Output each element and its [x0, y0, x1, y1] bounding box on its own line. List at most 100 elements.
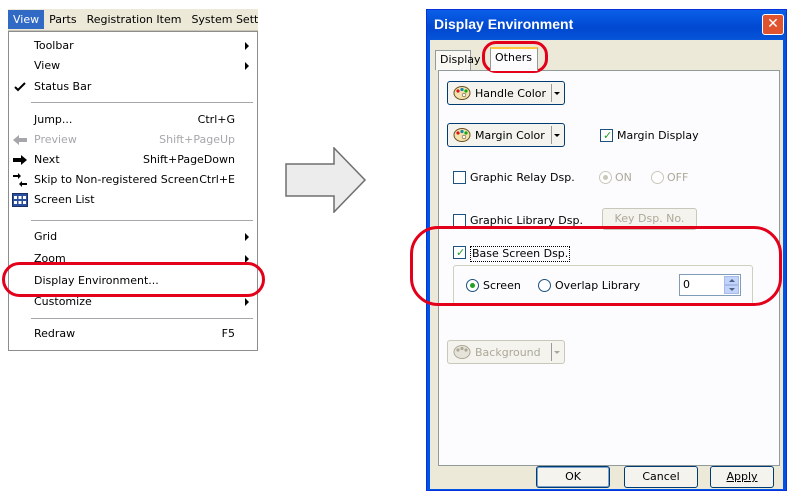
menu-separator	[31, 220, 253, 221]
handle-color-button[interactable]: Handle Color	[447, 81, 565, 105]
ok-button[interactable]: OK	[536, 466, 610, 488]
others-tab-panel: Handle Color Margin Color ✓ Margin Displ…	[438, 70, 780, 466]
graphic-library-label: Graphic Library Dsp.	[470, 214, 583, 227]
close-icon: ✕	[767, 16, 779, 32]
menu-separator	[31, 318, 253, 319]
menu-item-next[interactable]: Next Shift+PageDown	[9, 150, 257, 170]
screen-list-icon	[12, 192, 28, 208]
dropdown-arrow-icon	[554, 92, 560, 95]
overlap-number-spinner[interactable]: 0	[679, 274, 741, 296]
menu-item-label: Toolbar	[34, 39, 74, 52]
background-label: Background	[475, 346, 541, 359]
relay-off-radio	[651, 171, 664, 184]
menu-item-jump[interactable]: Jump... Ctrl+G	[9, 110, 257, 130]
tab-label: Others	[495, 51, 532, 64]
checkmark-icon: ✓	[603, 129, 613, 142]
checkmark-icon	[12, 79, 28, 95]
view-dropdown-menu: Toolbar View Status Bar Jump... Ctrl+G P…	[8, 31, 258, 351]
menu-item-display-environment[interactable]: Display Environment...	[9, 271, 257, 291]
menu-view[interactable]: View	[8, 10, 45, 29]
spin-up-button[interactable]	[724, 276, 739, 285]
menu-item-label: Zoom	[34, 252, 66, 265]
palette-icon	[453, 86, 471, 100]
graphic-library-checkbox[interactable]	[453, 214, 466, 227]
menu-item-shortcut: Ctrl+G	[197, 113, 235, 126]
menu-item-label: Customize	[34, 295, 92, 308]
menu-item-label: Jump...	[34, 113, 73, 126]
dialog-client: Display Others Handle Color Margin Color…	[430, 40, 783, 489]
margin-color-label: Margin Color	[475, 129, 545, 142]
close-button[interactable]: ✕	[762, 14, 784, 35]
menu-item-view[interactable]: View	[9, 56, 257, 76]
menu-item-label: Display Environment...	[34, 274, 159, 287]
arrow-right-icon	[12, 152, 28, 168]
menu-item-label: Preview	[34, 133, 77, 146]
menu-item-customize[interactable]: Customize	[9, 292, 257, 312]
palette-icon	[453, 345, 471, 359]
screen-radio[interactable]	[466, 279, 479, 292]
submenu-arrow-icon	[245, 233, 249, 241]
margin-color-button[interactable]: Margin Color	[447, 123, 565, 147]
apply-button[interactable]: Apply	[710, 466, 774, 488]
screen-radio-label: Screen	[483, 279, 521, 292]
right-arrow-icon	[285, 147, 367, 213]
menu-separator	[31, 102, 253, 103]
menu-item-label: Redraw	[34, 327, 76, 340]
display-environment-dialog: Display Environment ✕ Display Others Han…	[426, 9, 787, 491]
menu-item-grid[interactable]: Grid	[9, 227, 257, 247]
dialog-title: Display Environment	[434, 16, 574, 32]
menu-item-shortcut: F5	[221, 327, 235, 340]
menu-item-preview: Preview Shift+PageUp	[9, 130, 257, 150]
menu-item-label: Grid	[34, 230, 58, 243]
skip-icon	[12, 172, 28, 188]
menu-system-settings[interactable]: System Sett	[186, 10, 258, 29]
tab-others[interactable]: Others	[490, 47, 538, 71]
spin-down-button[interactable]	[724, 285, 739, 294]
ok-label: OK	[565, 470, 581, 483]
split-divider	[551, 343, 552, 361]
submenu-arrow-icon	[245, 255, 249, 263]
tab-label: Display	[440, 53, 481, 66]
apply-label: Apply	[726, 470, 758, 483]
base-screen-checkbox[interactable]: ✓	[453, 246, 466, 259]
split-divider	[551, 126, 552, 144]
arrow-left-icon	[12, 132, 28, 148]
relay-off-label: OFF	[667, 171, 689, 184]
relay-on-radio	[599, 171, 612, 184]
menu-item-shortcut: Shift+PageDown	[142, 153, 235, 166]
dropdown-arrow-icon	[554, 134, 560, 137]
menu-parts[interactable]: Parts	[44, 10, 81, 29]
menu-item-label: Status Bar	[34, 80, 92, 93]
menu-item-skip-non-registered[interactable]: Skip to Non-registered Screen Ctrl+E	[9, 170, 257, 190]
margin-display-label: Margin Display	[617, 129, 699, 142]
graphic-relay-label: Graphic Relay Dsp.	[470, 171, 575, 184]
submenu-arrow-icon	[245, 62, 249, 70]
menu-item-status-bar[interactable]: Status Bar	[9, 77, 257, 97]
menu-item-toolbar[interactable]: Toolbar	[9, 36, 257, 56]
relay-on-label: ON	[615, 171, 632, 184]
checkmark-icon: ✓	[456, 246, 466, 259]
background-button: Background	[447, 340, 565, 364]
key-dsp-no-button: Key Dsp. No.	[602, 208, 697, 230]
base-screen-label: Base Screen Dsp.	[470, 246, 571, 262]
menu-item-label: Skip to Non-registered Screen	[34, 173, 199, 186]
cancel-button[interactable]: Cancel	[624, 466, 698, 488]
menu-item-label: Next	[34, 153, 60, 166]
overlap-library-radio[interactable]	[538, 279, 551, 292]
graphic-relay-checkbox[interactable]	[453, 171, 466, 184]
margin-display-checkbox[interactable]: ✓	[600, 129, 613, 142]
menu-item-redraw[interactable]: Redraw F5	[9, 324, 257, 344]
tab-display[interactable]: Display	[435, 50, 481, 70]
menu-item-zoom[interactable]: Zoom	[9, 249, 257, 269]
split-divider	[551, 84, 552, 102]
cancel-label: Cancel	[642, 470, 680, 483]
menu-item-label: View	[34, 59, 61, 72]
menu-item-screen-list[interactable]: Screen List	[9, 190, 257, 210]
menubar: View Parts Registration Item System Sett	[8, 9, 258, 31]
dropdown-arrow-icon	[554, 351, 560, 354]
key-dsp-label: Key Dsp. No.	[614, 212, 685, 225]
menu-item-label: Screen List	[34, 193, 95, 206]
handle-color-label: Handle Color	[475, 87, 547, 100]
palette-icon	[453, 128, 471, 142]
menu-registration-item[interactable]: Registration Item	[82, 10, 187, 29]
